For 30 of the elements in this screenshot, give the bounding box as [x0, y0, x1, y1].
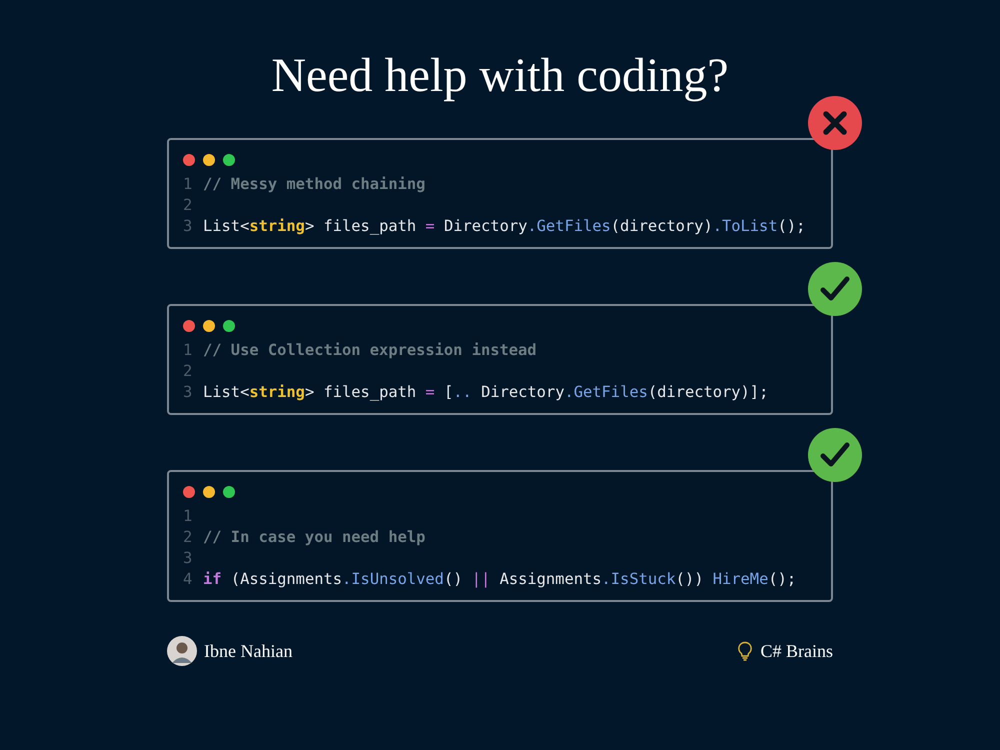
line-number: 3: [183, 548, 194, 569]
code-line: // In case you need help: [203, 527, 426, 548]
line-number: 2: [183, 527, 194, 548]
window-dot-icon: [223, 154, 235, 166]
code-line: // Messy method chaining: [203, 174, 426, 195]
window-dot-icon: [223, 320, 235, 332]
avatar-icon: [167, 636, 197, 666]
window-dot-icon: [183, 320, 195, 332]
line-number: 1: [183, 506, 194, 527]
page-title: Need help with coding?: [271, 48, 729, 104]
window-dot-icon: [203, 486, 215, 498]
line-number: 1: [183, 174, 194, 195]
lightbulb-icon: [737, 641, 754, 661]
code-line: // Use Collection expression instead: [203, 340, 537, 361]
code-line: if (Assignments.IsUnsolved() || Assignments.IsStuck()) HireMe();: [203, 569, 796, 590]
window-dot-icon: [203, 154, 215, 166]
code-line: List<string> files_path = [.. Directory.GetFiles(directory)];: [203, 382, 768, 403]
line-number: 4: [183, 569, 194, 590]
line-number: 3: [183, 382, 194, 403]
author-name: Ibne Nahian: [204, 640, 292, 662]
window-dot-icon: [223, 486, 235, 498]
line-number: 2: [183, 361, 194, 382]
line-number: 2: [183, 195, 194, 216]
window-dot-icon: [183, 486, 195, 498]
line-number: 1: [183, 340, 194, 361]
brand-name: C# Brains: [760, 640, 833, 662]
line-number: 3: [183, 216, 194, 237]
window-dot-icon: [203, 320, 215, 332]
window-dot-icon: [183, 154, 195, 166]
code-line: List<string> files_path = Directory.GetFiles(directory).ToList();: [203, 216, 806, 237]
